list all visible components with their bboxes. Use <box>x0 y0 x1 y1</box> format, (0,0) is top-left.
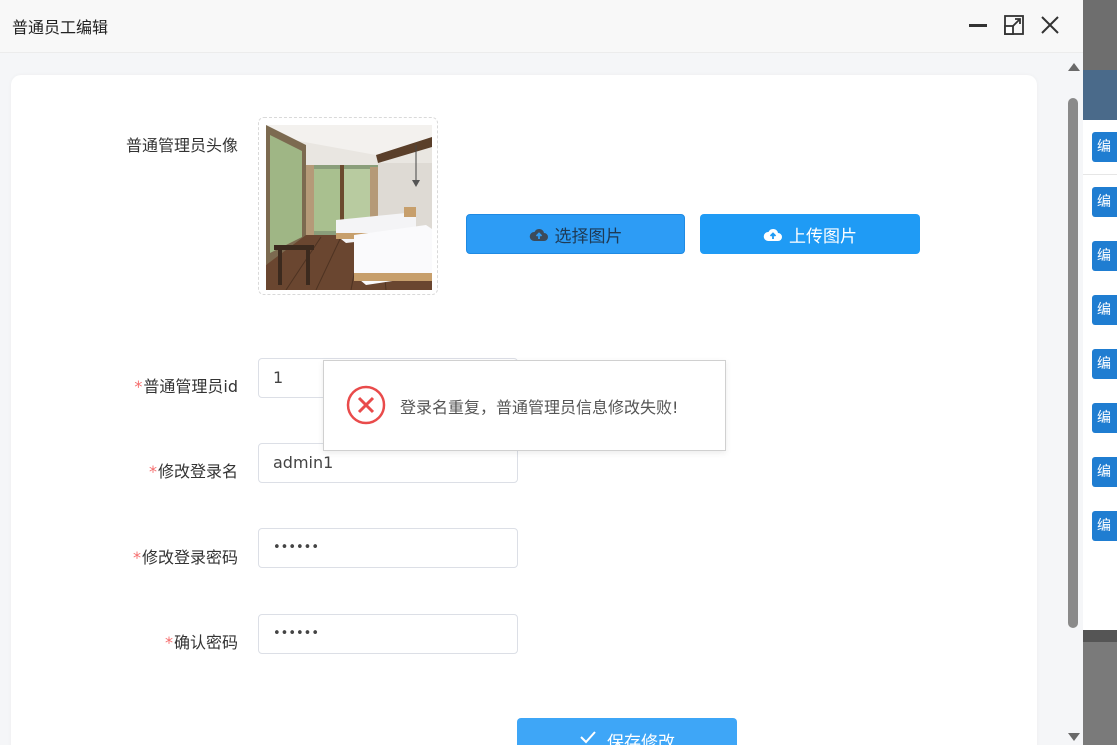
row-edit-button[interactable]: 编 <box>1092 457 1117 487</box>
select-image-label: 选择图片 <box>554 226 623 247</box>
table-row: 编 <box>1083 175 1117 230</box>
close-icon[interactable] <box>1039 14 1061 36</box>
row-edit-button[interactable]: 编 <box>1092 295 1117 325</box>
background-table-header <box>1083 70 1117 120</box>
avatar-uploader[interactable] <box>258 117 438 295</box>
dialog-titlebar: 普通员工编辑 <box>0 0 1083 53</box>
table-row: 编 <box>1083 391 1117 446</box>
table-empty-area <box>1083 553 1117 631</box>
required-mark: * <box>148 462 157 481</box>
required-mark: * <box>132 548 141 567</box>
table-row: 编 <box>1083 499 1117 554</box>
id-field-label: *普通管理员id <box>38 373 238 397</box>
row-edit-button[interactable]: 编 <box>1092 403 1117 433</box>
cloud-upload-icon <box>529 228 548 241</box>
dialog-title: 普通员工编辑 <box>12 18 109 37</box>
edit-dialog: 普通员工编辑 普通管理员头像 选择图片 上传图片 *普通管理员id 1 *修改登… <box>0 0 1083 745</box>
error-toast: 登录名重复，普通管理员信息修改失败! <box>323 360 726 451</box>
table-row: 编 <box>1083 337 1117 392</box>
avatar-image <box>266 125 432 290</box>
confirm-password-label: *确认密码 <box>38 629 238 653</box>
required-mark: * <box>134 377 143 396</box>
table-row: 编 <box>1083 120 1117 175</box>
save-button-label: 保存修改 <box>607 733 675 745</box>
scroll-down-arrow-icon[interactable] <box>1068 733 1080 741</box>
password-label: *修改登录密码 <box>38 544 238 568</box>
upload-image-label: 上传图片 <box>789 226 857 247</box>
scrollbar-thumb[interactable] <box>1068 98 1078 628</box>
required-mark: * <box>164 633 173 652</box>
login-name-label-text: 修改登录名 <box>157 462 238 481</box>
select-image-button[interactable]: 选择图片 <box>466 214 685 254</box>
save-button[interactable]: 保存修改 <box>517 718 737 745</box>
table-row: 编 <box>1083 283 1117 338</box>
maximize-icon[interactable] <box>1003 14 1025 36</box>
confirm-password-input[interactable]: •••••• <box>258 614 518 654</box>
cloud-upload-icon <box>763 228 782 241</box>
background-page: 编 编 编 编 编 编 编 编 <box>1083 0 1117 745</box>
scroll-up-arrow-icon[interactable] <box>1068 63 1080 71</box>
confirm-label-text: 确认密码 <box>173 633 238 652</box>
table-row: 编 <box>1083 229 1117 284</box>
minimize-icon[interactable] <box>967 14 989 36</box>
error-circle-icon <box>346 385 386 425</box>
avatar-label: 普通管理员头像 <box>125 136 238 155</box>
row-edit-button[interactable]: 编 <box>1092 511 1117 541</box>
background-footer <box>1083 642 1117 745</box>
login-name-label: *修改登录名 <box>38 458 238 482</box>
row-edit-button[interactable]: 编 <box>1092 187 1117 217</box>
row-edit-button[interactable]: 编 <box>1092 241 1117 271</box>
table-row: 编 <box>1083 445 1117 500</box>
check-icon <box>580 731 596 744</box>
dialog-scrollbar[interactable] <box>1063 53 1083 745</box>
toast-message: 登录名重复，普通管理员信息修改失败! <box>400 398 679 417</box>
row-edit-button[interactable]: 编 <box>1092 349 1117 379</box>
row-edit-button[interactable]: 编 <box>1092 132 1117 162</box>
id-label-text: 普通管理员id <box>143 377 238 396</box>
upload-image-button[interactable]: 上传图片 <box>700 214 920 254</box>
background-scrollbar <box>1083 630 1117 642</box>
password-input[interactable]: •••••• <box>258 528 518 568</box>
password-label-text: 修改登录密码 <box>141 548 238 567</box>
